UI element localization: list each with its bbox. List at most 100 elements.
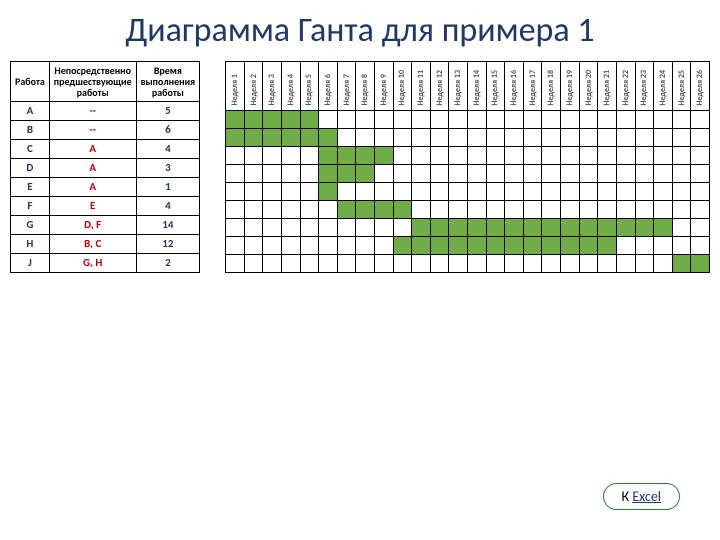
gantt-cell [672, 218, 691, 236]
gantt-cell [281, 200, 300, 218]
gantt-cell [244, 254, 263, 272]
gantt-cell [468, 218, 487, 236]
table-row: B--6 [11, 120, 200, 139]
gantt-cell [319, 254, 338, 272]
gantt-cell [672, 128, 691, 146]
task-id: D [11, 158, 50, 177]
gantt-cell [542, 128, 561, 146]
gantt-cell [486, 254, 505, 272]
week-header: Неделя 14 [468, 61, 487, 110]
task-dur: 5 [136, 101, 200, 120]
gantt-cell [523, 200, 542, 218]
table-row: A--5 [11, 101, 200, 120]
task-id: H [11, 234, 50, 253]
gantt-cell [561, 110, 580, 128]
task-table-header: Работа Непосредственно предшествующие ра… [11, 61, 200, 101]
gantt-cell [542, 164, 561, 182]
week-header: Неделя 1 [226, 61, 245, 110]
gantt-cell [616, 146, 635, 164]
gantt-cell [672, 182, 691, 200]
gantt-cell [598, 164, 617, 182]
gantt-cell [561, 182, 580, 200]
gantt-cell [430, 110, 449, 128]
gantt-cell [691, 218, 710, 236]
gantt-cell [505, 254, 524, 272]
task-id: F [11, 196, 50, 215]
task-dur: 14 [136, 215, 200, 234]
task-dur: 1 [136, 177, 200, 196]
gantt-cell [226, 146, 245, 164]
week-header: Неделя 11 [412, 61, 431, 110]
gantt-cell [654, 218, 673, 236]
gantt-cell [598, 236, 617, 254]
gantt-cell [412, 110, 431, 128]
gantt-cell [300, 236, 319, 254]
gantt-cell [375, 200, 394, 218]
excel-link[interactable]: Excel [632, 488, 661, 505]
gantt-cell [598, 182, 617, 200]
gantt-cell [672, 254, 691, 272]
gantt-cell [486, 200, 505, 218]
gantt-cell [561, 236, 580, 254]
week-header: Неделя 5 [300, 61, 319, 110]
gantt-cell [505, 236, 524, 254]
gantt-cell [486, 236, 505, 254]
gantt-cell [244, 128, 263, 146]
gantt-cell [337, 164, 356, 182]
gantt-cell [430, 128, 449, 146]
gantt-cell [579, 236, 598, 254]
task-id: B [11, 120, 50, 139]
week-header: Неделя 3 [263, 61, 282, 110]
task-dur: 6 [136, 120, 200, 139]
week-header: Неделя 8 [356, 61, 375, 110]
gantt-cell [486, 182, 505, 200]
gantt-row [226, 110, 710, 128]
gantt-cell [672, 200, 691, 218]
table-row: JG, H2 [11, 253, 200, 272]
gantt-cell [468, 236, 487, 254]
gantt-cell [337, 128, 356, 146]
gantt-cell [319, 146, 338, 164]
gantt-cell [337, 200, 356, 218]
gantt-cell [300, 254, 319, 272]
gantt-cell [579, 254, 598, 272]
gantt-grid: Неделя 1Неделя 2Неделя 3Неделя 4Неделя 5… [225, 61, 710, 273]
table-row: DA3 [11, 158, 200, 177]
gantt-cell [635, 182, 654, 200]
gantt-cell [337, 182, 356, 200]
gantt-cell [579, 128, 598, 146]
task-id: C [11, 139, 50, 158]
gantt-cell [300, 110, 319, 128]
gantt-cell [542, 236, 561, 254]
gantt-cell [654, 164, 673, 182]
gantt-cell [486, 110, 505, 128]
gantt-cell [356, 236, 375, 254]
gantt-cell [691, 146, 710, 164]
gantt-cell [412, 128, 431, 146]
gantt-cell [542, 254, 561, 272]
week-header: Неделя 7 [337, 61, 356, 110]
gantt-cell [300, 128, 319, 146]
week-header: Неделя 17 [523, 61, 542, 110]
gantt-cell [505, 110, 524, 128]
gantt-cell [281, 164, 300, 182]
gantt-row [226, 128, 710, 146]
gantt-cell [430, 218, 449, 236]
gantt-cell [356, 128, 375, 146]
gantt-cell [523, 218, 542, 236]
gantt-cell [263, 164, 282, 182]
excel-button[interactable]: К Excel [603, 483, 680, 510]
gantt-cell [561, 128, 580, 146]
task-pred: A [49, 139, 136, 158]
col-pred: Непосредственно предшествующие работы [49, 61, 136, 101]
gantt-cell [356, 200, 375, 218]
gantt-cell [337, 146, 356, 164]
week-header: Неделя 6 [319, 61, 338, 110]
gantt-cell [375, 110, 394, 128]
gantt-cell [635, 110, 654, 128]
gantt-cell [281, 110, 300, 128]
gantt-cell [263, 110, 282, 128]
gantt-cell [319, 128, 338, 146]
gantt-cell [579, 110, 598, 128]
gantt-cell [654, 146, 673, 164]
